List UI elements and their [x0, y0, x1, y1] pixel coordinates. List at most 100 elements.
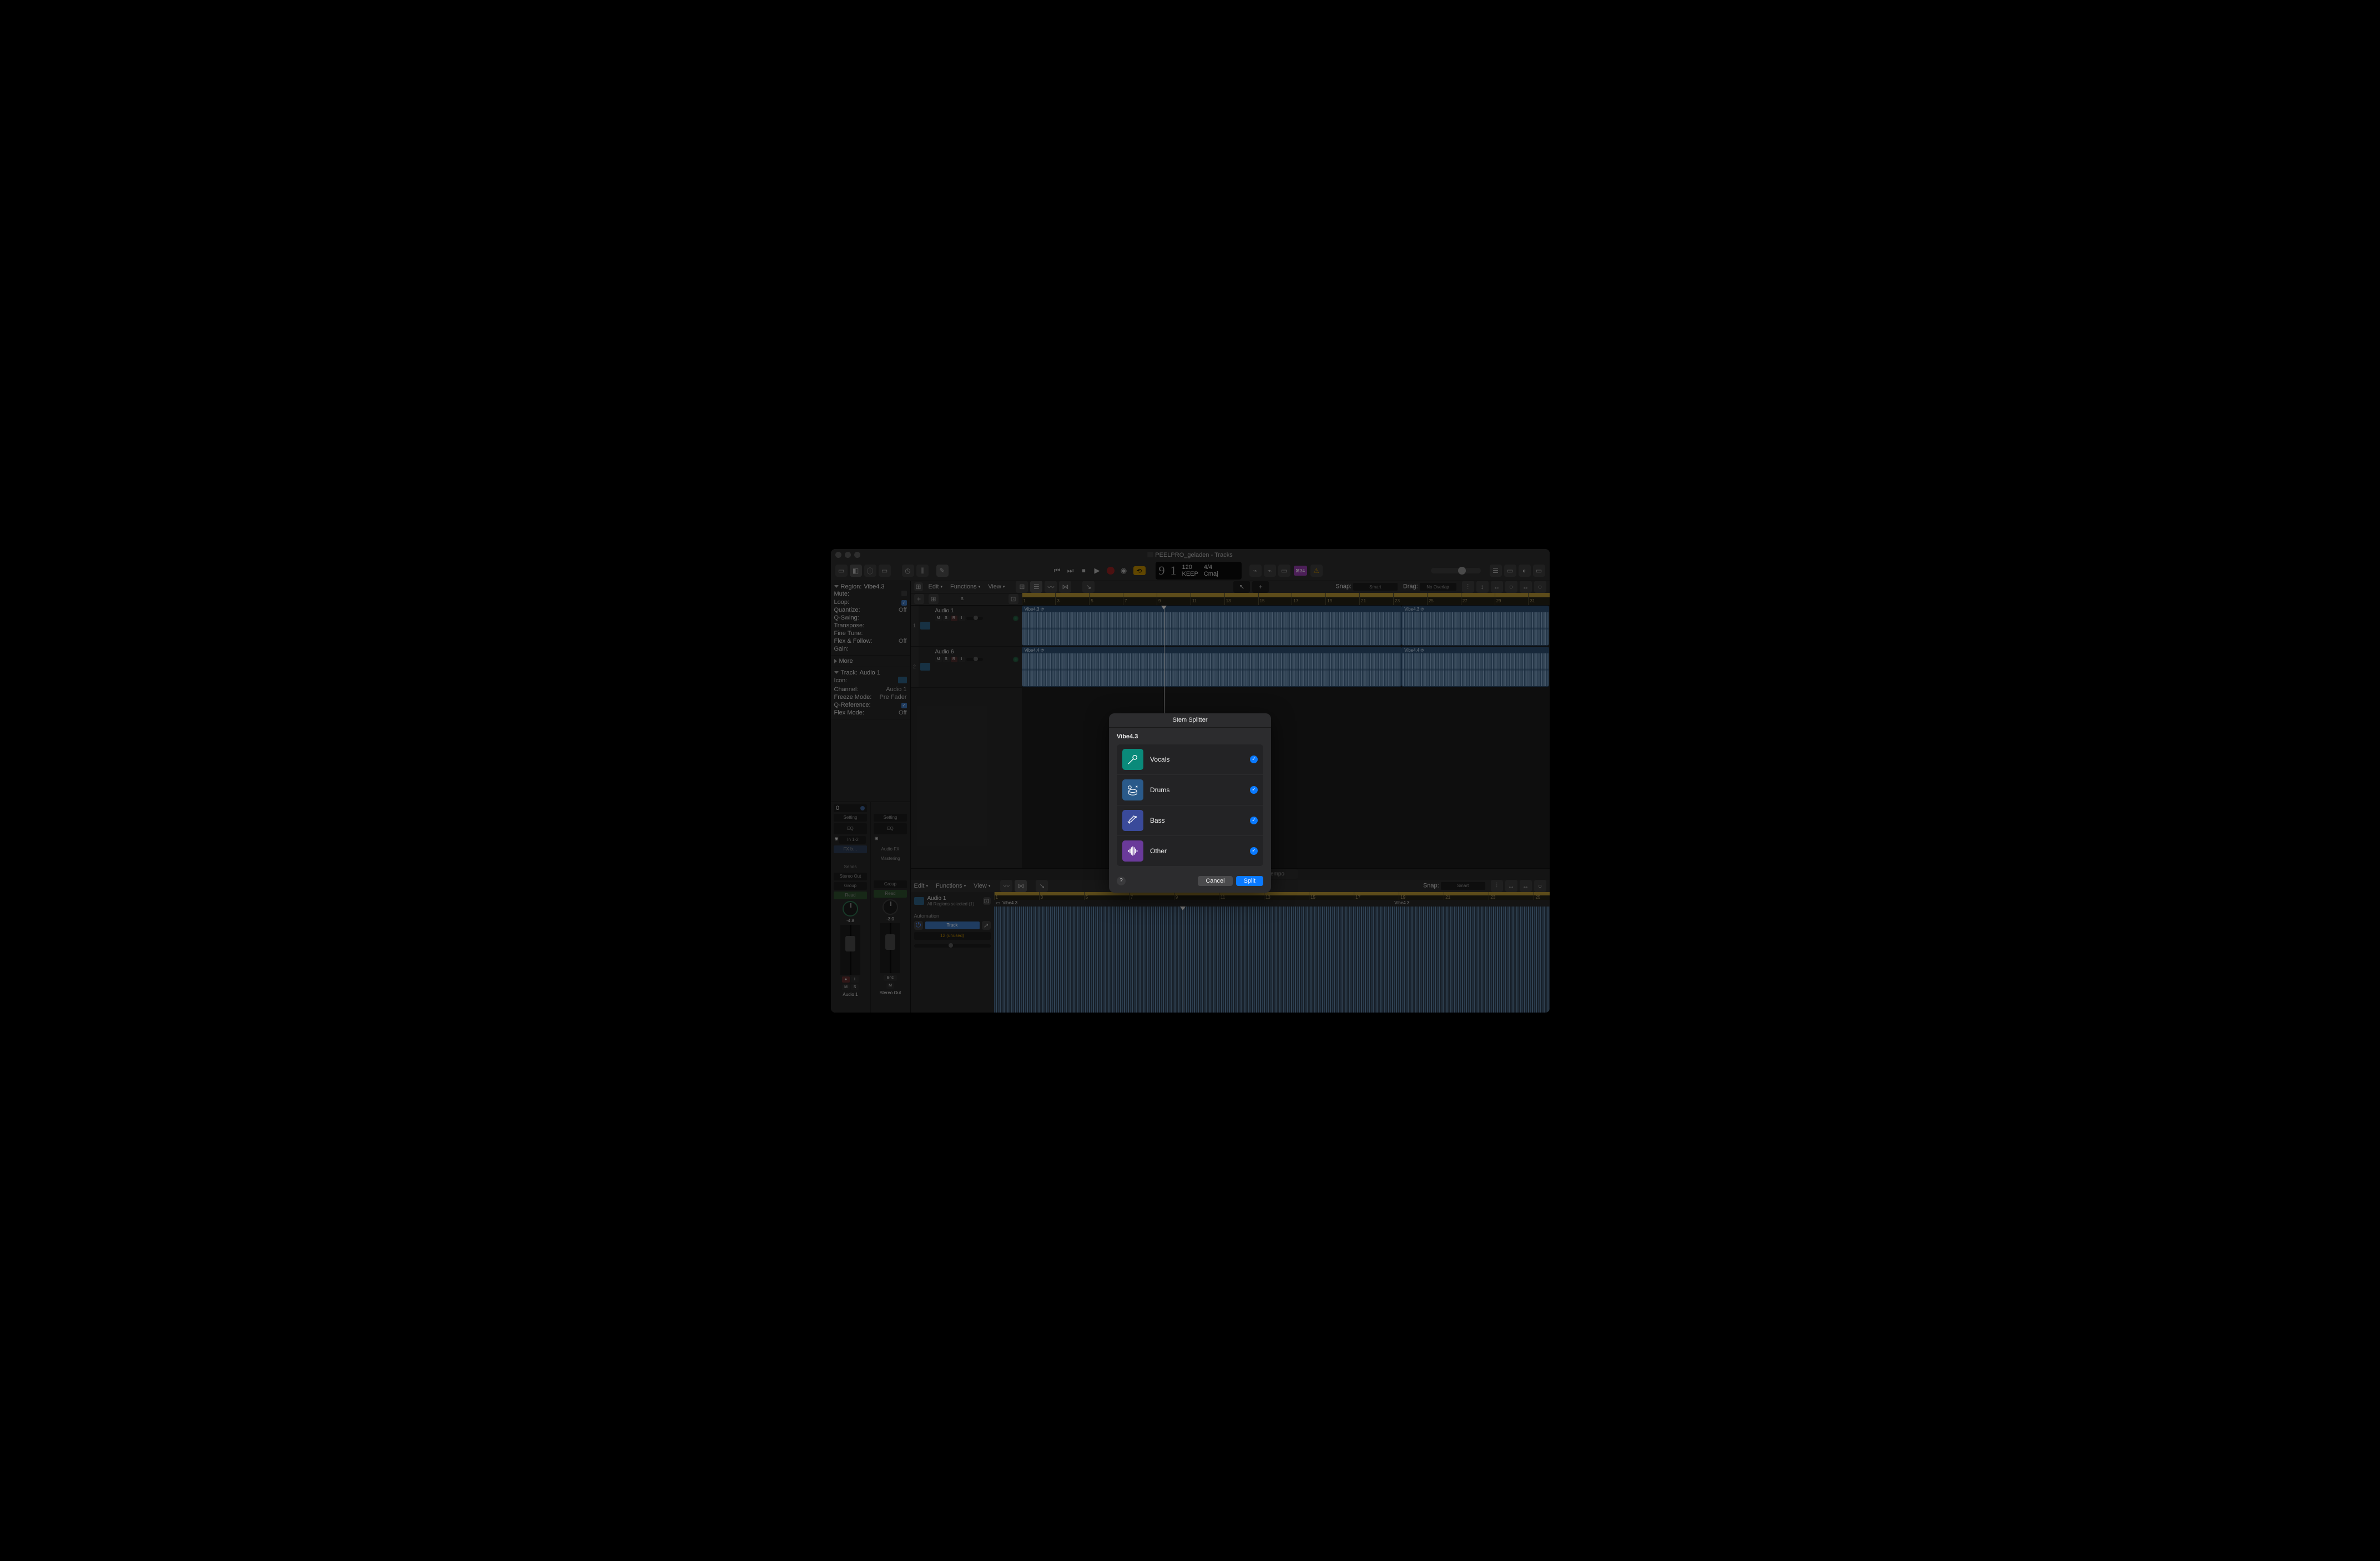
toolbar-button[interactable]: ▭	[879, 565, 891, 577]
setting-slot[interactable]: Setting	[874, 814, 907, 822]
waveform-zoom-icon[interactable]: ⫶	[1462, 581, 1474, 593]
play-button[interactable]: ▶	[1093, 567, 1101, 575]
checkbox[interactable]: ✓	[901, 600, 907, 606]
zoom-icon[interactable]: ↔	[1505, 880, 1517, 892]
chevron-down-icon[interactable]	[834, 671, 839, 674]
library-button[interactable]: ▭	[835, 565, 848, 577]
input-button[interactable]: I	[959, 657, 965, 662]
notes-button[interactable]: ▭	[1504, 565, 1516, 577]
snap-select[interactable]: Smart	[1353, 583, 1398, 591]
editor-menu-edit[interactable]: Edit ▾	[914, 883, 928, 889]
midi-slot[interactable]: 0	[834, 804, 867, 812]
stem-checkbox[interactable]: ✓	[1250, 756, 1258, 763]
input-button[interactable]: I	[959, 616, 965, 621]
flex-icon[interactable]: ⋈	[1059, 581, 1071, 593]
cycle-range[interactable]	[1022, 593, 1550, 597]
flex-icon[interactable]: ⋈	[1015, 880, 1027, 892]
count-in-button[interactable]: ▭	[1278, 565, 1290, 577]
stem-row-bass[interactable]: Bass ✓	[1117, 805, 1263, 836]
solo-button[interactable]: S	[943, 616, 950, 621]
capture-button[interactable]: ◉	[1120, 567, 1128, 575]
link-icon[interactable]: ⊡	[983, 897, 991, 905]
stop-button[interactable]: ⏹	[1080, 567, 1088, 575]
fx-slot[interactable]: FX b…	[834, 845, 867, 853]
catch-icon[interactable]: ↘	[1036, 880, 1048, 892]
checkbox[interactable]	[901, 591, 907, 596]
audio-region[interactable]: Vibe4.4 ⟳	[1401, 647, 1549, 687]
rewind-button[interactable]: ⏮	[1053, 567, 1061, 575]
automation-mode[interactable]: Read	[834, 892, 867, 899]
master-volume-slider[interactable]	[1431, 568, 1481, 573]
pan-knob[interactable]	[883, 899, 898, 915]
track-name[interactable]: Audio 6	[935, 649, 1018, 655]
volume-fader[interactable]	[880, 923, 900, 973]
menu-view[interactable]: View ▾	[988, 583, 1005, 590]
list-editors-button[interactable]: ☰	[1490, 565, 1502, 577]
group-slot[interactable]: Group	[834, 882, 867, 890]
automation-icon[interactable]: 〰	[1045, 581, 1057, 593]
audio-region[interactable]: Vibe4.4 ⟳	[1022, 647, 1402, 687]
inspector-button[interactable]: ◧	[850, 565, 862, 577]
stem-row-vocals[interactable]: Vocals ✓	[1117, 744, 1263, 775]
menu-edit[interactable]: Edit ▾	[929, 583, 942, 590]
zoom-icon[interactable]: ○	[1534, 581, 1546, 593]
replace-button[interactable]: ⌁	[1249, 565, 1262, 577]
global-solo[interactable]: S	[959, 596, 966, 602]
volume-slider[interactable]	[966, 658, 983, 661]
alert-icon[interactable]: ⚠	[1310, 565, 1323, 577]
rec-button[interactable]: R	[951, 616, 957, 621]
hzoom-icon[interactable]: ↔	[1491, 581, 1503, 593]
eq-slot[interactable]: EQ	[874, 823, 907, 834]
tuner-button[interactable]: ⌁	[1264, 565, 1276, 577]
audiofx-slot[interactable]: Audio FX	[874, 845, 907, 853]
automation-track-button[interactable]: Track	[925, 922, 980, 929]
stem-row-other[interactable]: Other ✓	[1117, 836, 1263, 866]
pointer-tool[interactable]: ↖	[1233, 581, 1250, 593]
rec-button[interactable]: R	[951, 657, 957, 662]
solo-button[interactable]: S	[943, 657, 950, 662]
automation-param[interactable]: 12 (unused)	[914, 932, 991, 940]
zoom-icon[interactable]: ○	[1505, 581, 1517, 593]
cycle-button[interactable]: ⟲	[1133, 566, 1146, 575]
vzoom-icon[interactable]: ↕	[1476, 581, 1489, 593]
arrange-grid[interactable]: Vibe4.3 ⟳Vibe4.3 ⟳Vibe4.4 ⟳Vibe4.4 ⟳	[1022, 606, 1550, 868]
quickhelp-button[interactable]: ⓘ	[864, 565, 876, 577]
mute-button[interactable]: M	[935, 657, 942, 662]
rec-enable[interactable]: ●	[842, 976, 850, 983]
minimize-window-button[interactable]	[845, 552, 851, 558]
chevron-down-icon[interactable]	[834, 585, 839, 588]
track-name[interactable]: Audio 1	[935, 608, 1018, 614]
mastering-slot[interactable]: Mastering	[874, 855, 907, 863]
track-header[interactable]: 1 Audio 1 MSRI	[911, 606, 1022, 647]
zoom-icon[interactable]: ↔	[1520, 581, 1532, 593]
setting-slot[interactable]: Setting	[834, 814, 867, 822]
forward-button[interactable]: ⏭	[1067, 567, 1075, 575]
power-button[interactable]: ⏻	[914, 921, 923, 930]
smart-controls-button[interactable]: ◷	[902, 565, 914, 577]
help-button[interactable]: ?	[1117, 877, 1126, 885]
automation-icon[interactable]: 〰	[1000, 880, 1012, 892]
editor-menu-functions[interactable]: Functions ▾	[936, 883, 966, 889]
zoom-icon[interactable]: ⫶	[1491, 880, 1503, 892]
key-commands-badge[interactable]: ⌘34	[1294, 566, 1307, 576]
stem-checkbox[interactable]: ✓	[1250, 847, 1258, 855]
add-track-button[interactable]: +	[914, 594, 924, 604]
input-slot[interactable]: In 1-2	[839, 836, 866, 844]
automation-mode[interactable]: Read	[874, 890, 907, 898]
close-window-button[interactable]	[835, 552, 841, 558]
browser-button[interactable]: ▭	[1533, 565, 1545, 577]
zoom-icon[interactable]: ○	[1534, 880, 1546, 892]
catch-playhead-icon[interactable]: ↘	[1082, 581, 1095, 593]
cancel-button[interactable]: Cancel	[1198, 876, 1232, 886]
mixer-button[interactable]: ⫼	[916, 565, 929, 577]
fullscreen-window-button[interactable]	[854, 552, 860, 558]
editor-waveform[interactable]	[994, 907, 1550, 1013]
pan-knob[interactable]	[843, 901, 858, 917]
record-button[interactable]	[1107, 567, 1115, 575]
share-icon[interactable]: ↗	[982, 921, 991, 930]
group-slot[interactable]: Group	[874, 880, 907, 888]
duplicate-track-button[interactable]: ⊞	[929, 594, 939, 604]
editor-menu-view[interactable]: View ▾	[974, 883, 990, 889]
eq-slot[interactable]: EQ	[834, 823, 867, 834]
timeline-ruler[interactable]: 135791113151719212325272931	[1022, 593, 1550, 605]
